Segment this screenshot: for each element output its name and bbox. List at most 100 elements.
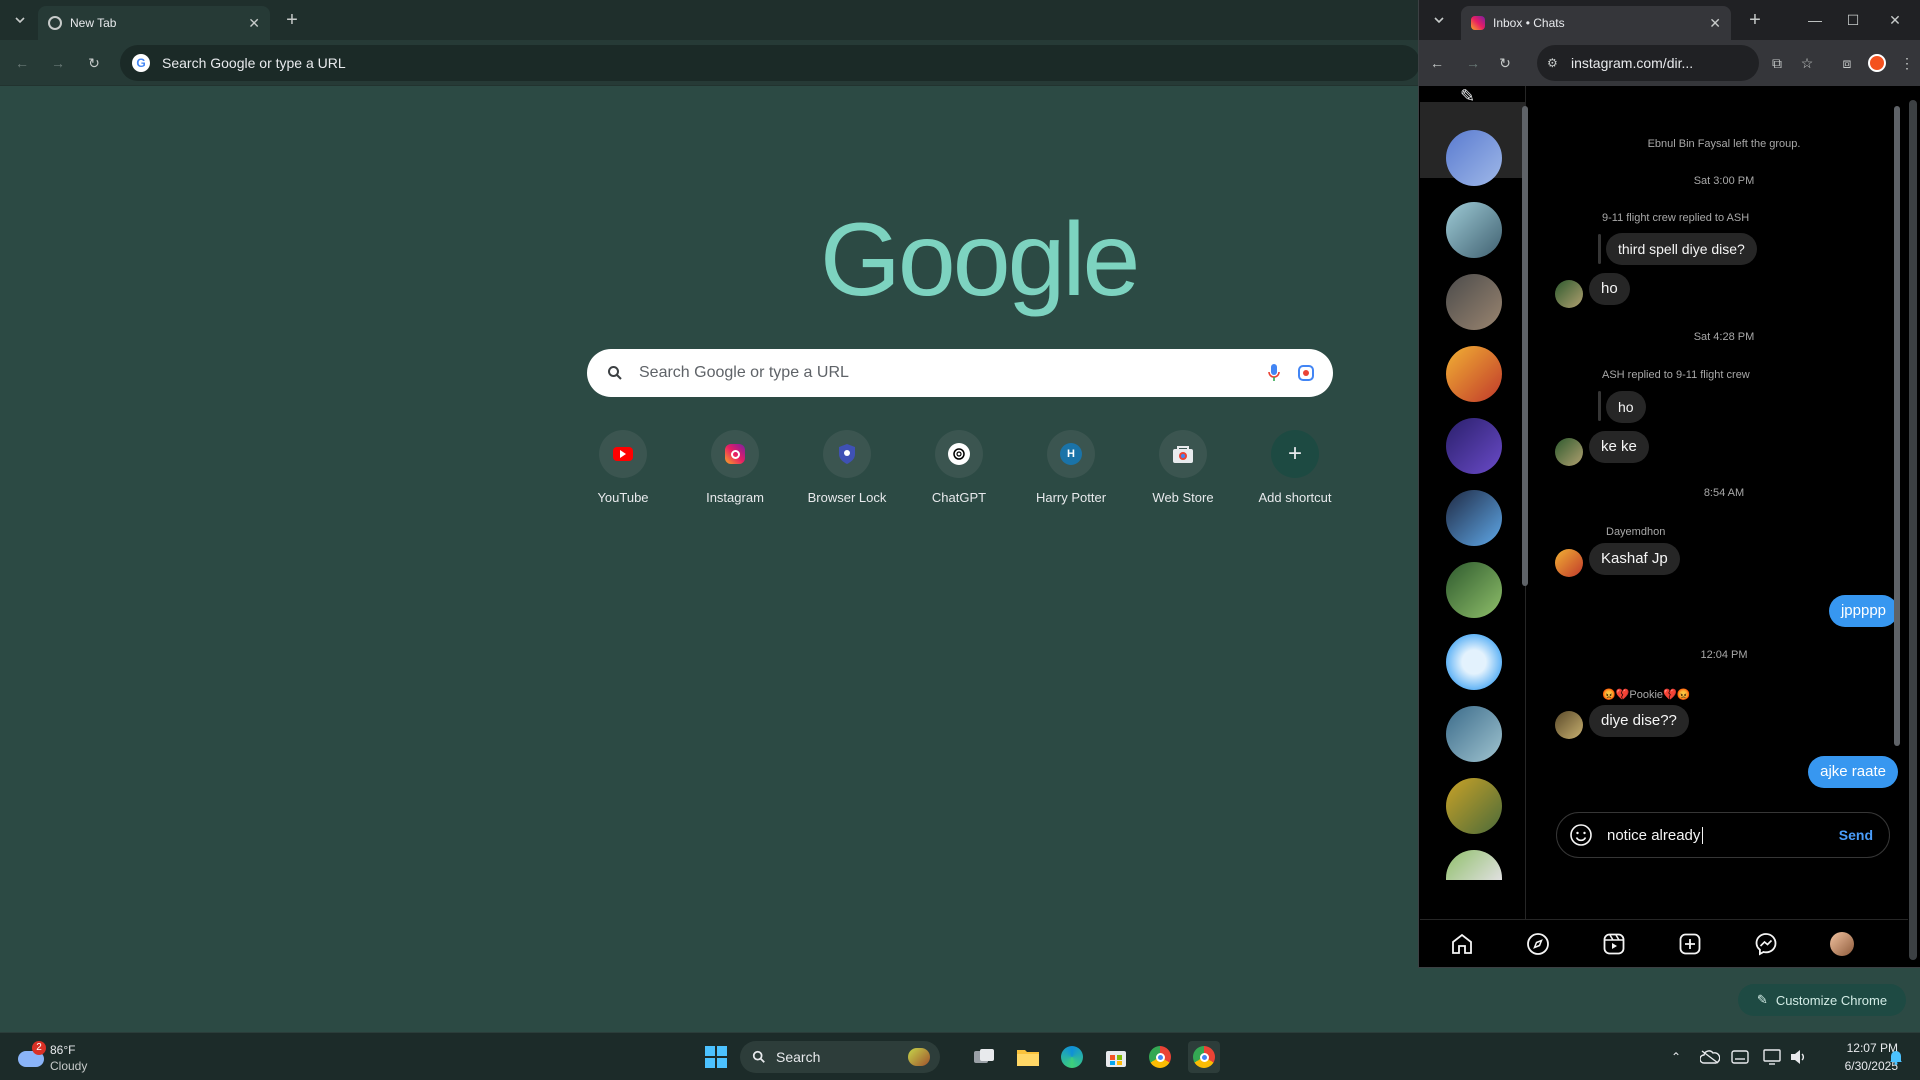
- sender-avatar[interactable]: [1555, 280, 1583, 308]
- conversation-avatar[interactable]: [1446, 490, 1502, 546]
- omnibox[interactable]: G Search Google or type a URL: [120, 45, 1420, 81]
- new-tab-icon[interactable]: +: [278, 6, 306, 34]
- list-scrollbar[interactable]: [1522, 106, 1528, 586]
- reels-icon[interactable]: [1602, 932, 1626, 956]
- conversation-avatar[interactable]: [1446, 418, 1502, 474]
- my-message-bubble[interactable]: jppppp: [1828, 595, 1898, 627]
- address-bar[interactable]: ⚙ instagram.com/dir...: [1537, 45, 1759, 81]
- message-composer[interactable]: notice already Send: [1556, 812, 1890, 858]
- conversation-avatar[interactable]: [1446, 850, 1502, 880]
- mic-icon[interactable]: [1267, 363, 1281, 383]
- keyboard-icon[interactable]: [1724, 1041, 1756, 1073]
- onedrive-offline-icon[interactable]: [1694, 1041, 1726, 1073]
- profile-avatar[interactable]: [1863, 49, 1891, 77]
- address-text: instagram.com/dir...: [1571, 55, 1694, 71]
- weather-widget[interactable]: 2 86°F Cloudy: [16, 1041, 126, 1075]
- shortcut-instagram[interactable]: Instagram: [679, 430, 791, 520]
- extensions-icon[interactable]: ⧈: [1833, 49, 1861, 77]
- shortcut-harry-potter[interactable]: H Harry Potter: [1015, 430, 1127, 520]
- message-input[interactable]: notice already: [1607, 826, 1704, 844]
- message-bubble[interactable]: diye dise??: [1589, 705, 1689, 737]
- file-explorer-icon[interactable]: [1012, 1041, 1044, 1073]
- messenger-icon[interactable]: [1754, 932, 1778, 956]
- conversation-avatar[interactable]: [1446, 778, 1502, 834]
- conversation-avatar[interactable]: [1446, 562, 1502, 618]
- quoted-message[interactable]: third spell diye dise?: [1606, 233, 1757, 265]
- tab-search-icon[interactable]: [6, 6, 34, 34]
- sender-avatar[interactable]: [1555, 549, 1583, 577]
- conversation-avatar[interactable]: [1446, 706, 1502, 762]
- instagram-window: Inbox • Chats ✕ + — ☐ ✕ ← → ↻ ⚙ instagra…: [1418, 0, 1920, 968]
- back-icon[interactable]: ←: [1423, 49, 1451, 77]
- forward-icon[interactable]: →: [1459, 49, 1487, 77]
- quoted-message[interactable]: ho: [1606, 391, 1646, 423]
- explore-icon[interactable]: [1526, 932, 1550, 956]
- sender-avatar[interactable]: [1555, 438, 1583, 466]
- conversation-avatar[interactable]: [1446, 130, 1502, 186]
- start-icon[interactable]: [700, 1041, 732, 1073]
- chevron-up-icon[interactable]: ⌃: [1660, 1041, 1692, 1073]
- shortcut-label: Harry Potter: [1035, 490, 1107, 505]
- customize-chrome-button[interactable]: ✎ Customize Chrome: [1738, 984, 1906, 1016]
- google-lens-icon[interactable]: [1297, 364, 1315, 382]
- taskbar-search[interactable]: Search: [740, 1041, 940, 1073]
- shortcut-label: Instagram: [706, 490, 764, 505]
- send-button[interactable]: Send: [1839, 827, 1873, 843]
- bookmark-star-icon[interactable]: ☆: [1793, 49, 1821, 77]
- conversation-avatar[interactable]: [1446, 202, 1502, 258]
- reply-bar: [1598, 234, 1601, 264]
- search-icon: [607, 365, 623, 381]
- volume-icon[interactable]: [1782, 1041, 1814, 1073]
- task-view-icon[interactable]: [968, 1041, 1000, 1073]
- chrome-taskbar-icon[interactable]: [1144, 1041, 1176, 1073]
- weather-desc: Cloudy: [50, 1059, 88, 1073]
- reply-bar: [1598, 391, 1601, 421]
- tab-new-tab[interactable]: New Tab ✕: [38, 6, 270, 40]
- install-app-icon[interactable]: ⧉: [1763, 49, 1791, 77]
- new-tab-icon[interactable]: +: [1741, 6, 1769, 34]
- message-bubble[interactable]: ho: [1589, 273, 1630, 305]
- edge-icon[interactable]: [1056, 1041, 1088, 1073]
- create-post-icon[interactable]: [1678, 932, 1702, 956]
- message-bubble[interactable]: ke ke: [1589, 431, 1649, 463]
- close-tab-icon[interactable]: ✕: [1709, 15, 1721, 32]
- close-window-icon[interactable]: ✕: [1881, 6, 1909, 34]
- shortcut-browser-lock[interactable]: Browser Lock: [791, 430, 903, 520]
- conversation-list: ✎: [1420, 86, 1528, 919]
- site-info-icon[interactable]: ⚙: [1547, 56, 1558, 70]
- menu-icon[interactable]: ⋮: [1893, 49, 1920, 77]
- conversation-avatar[interactable]: [1446, 346, 1502, 402]
- forward-icon[interactable]: →: [44, 49, 72, 77]
- maximize-icon[interactable]: ☐: [1839, 6, 1867, 34]
- shortcut-web-store[interactable]: Web Store: [1127, 430, 1239, 520]
- chat-scrollbar[interactable]: [1894, 106, 1900, 746]
- conversation-avatar[interactable]: [1446, 274, 1502, 330]
- ntp-search-box[interactable]: Search Google or type a URL: [587, 349, 1333, 397]
- conversation-avatar[interactable]: [1446, 634, 1502, 690]
- close-tab-icon[interactable]: ✕: [248, 15, 260, 32]
- tab-instagram[interactable]: Inbox • Chats ✕: [1461, 6, 1731, 40]
- profile-avatar[interactable]: [1830, 932, 1854, 956]
- left-toolbar: ← → ↻ G Search Google or type a URL: [0, 40, 1420, 86]
- minimize-icon[interactable]: —: [1801, 6, 1829, 34]
- sender-avatar[interactable]: [1555, 711, 1583, 739]
- emoji-icon[interactable]: [1569, 823, 1593, 847]
- microsoft-store-icon[interactable]: [1100, 1041, 1132, 1073]
- shortcut-youtube[interactable]: YouTube: [567, 430, 679, 520]
- tab-search-icon[interactable]: [1425, 6, 1453, 34]
- home-icon[interactable]: [1450, 932, 1474, 956]
- back-icon[interactable]: ←: [8, 49, 36, 77]
- shortcut-label: Add shortcut: [1258, 490, 1332, 505]
- search-placeholder: Search Google or type a URL: [639, 364, 849, 381]
- chrome-profile-taskbar-icon[interactable]: [1188, 1041, 1220, 1073]
- weather-temp: 86°F: [50, 1043, 76, 1057]
- notification-bell-icon[interactable]: [1880, 1041, 1912, 1073]
- reload-icon[interactable]: ↻: [80, 49, 108, 77]
- window-scrollbar[interactable]: [1909, 100, 1917, 960]
- shortcut-chatgpt[interactable]: ChatGPT: [903, 430, 1015, 520]
- shortcut-add[interactable]: + Add shortcut: [1239, 430, 1351, 520]
- message-bubble[interactable]: Kashaf Jp: [1589, 543, 1680, 575]
- reload-icon[interactable]: ↻: [1491, 49, 1519, 77]
- left-tab-strip: New Tab ✕ +: [0, 0, 1418, 40]
- my-message-bubble[interactable]: ajke raate: [1808, 756, 1898, 788]
